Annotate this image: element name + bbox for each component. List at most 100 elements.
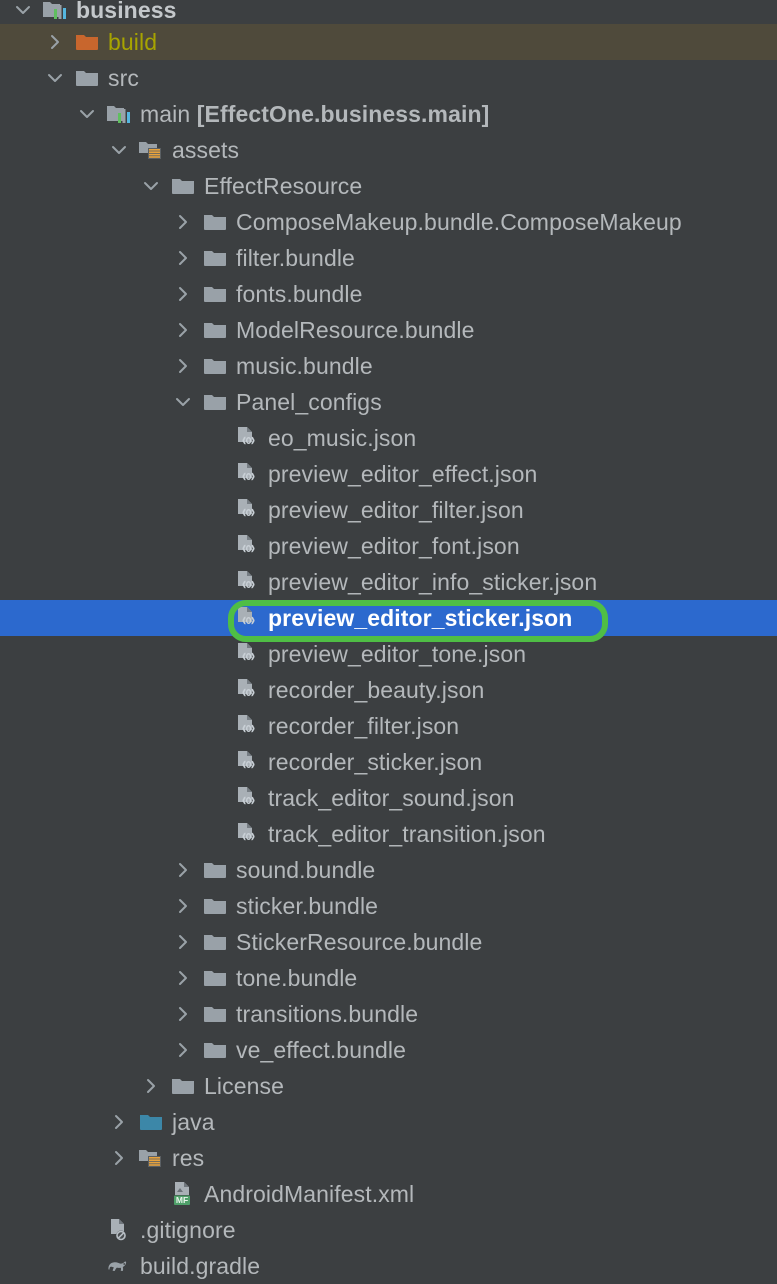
tree-row[interactable]: sound.bundle: [0, 852, 777, 888]
chevron-down-icon[interactable]: [44, 67, 66, 89]
tree-row[interactable]: recorder_beauty.json: [0, 672, 777, 708]
tree-row[interactable]: res: [0, 1140, 777, 1176]
tree-row[interactable]: eo_music.json: [0, 420, 777, 456]
json-file-icon: [234, 533, 260, 559]
folder-icon: [202, 245, 228, 271]
chevron-down-icon[interactable]: [172, 391, 194, 413]
tree-row[interactable]: .gitignore: [0, 1212, 777, 1248]
tree-row[interactable]: filter.bundle: [0, 240, 777, 276]
chevron-down-icon[interactable]: [12, 0, 34, 21]
chevron-down-icon[interactable]: [76, 103, 98, 125]
tree-row-label: track_editor_transition.json: [268, 821, 546, 847]
chevron-right-icon[interactable]: [108, 1111, 130, 1133]
folder-icon: [202, 209, 228, 235]
chevron-down-icon[interactable]: [140, 175, 162, 197]
tree-row[interactable]: tone.bundle: [0, 960, 777, 996]
chevron-right-icon[interactable]: [108, 1147, 130, 1169]
chevron-right-icon[interactable]: [172, 1039, 194, 1061]
folder-icon: [202, 1037, 228, 1063]
json-file-icon: [234, 749, 260, 775]
chevron-right-icon[interactable]: [172, 895, 194, 917]
folder-orange-icon: [74, 29, 100, 55]
folder-icon: [202, 857, 228, 883]
tree-row[interactable]: recorder_sticker.json: [0, 744, 777, 780]
tree-row[interactable]: MF AndroidManifest.xml: [0, 1176, 777, 1212]
tree-row-label: eo_music.json: [268, 425, 417, 451]
tree-row[interactable]: preview_editor_font.json: [0, 528, 777, 564]
tree-row-label: preview_editor_tone.json: [268, 641, 527, 667]
tree-row-label: build: [108, 29, 158, 55]
folder-resource-icon: [138, 1145, 164, 1171]
json-file-icon: [234, 677, 260, 703]
tree-row[interactable]: preview_editor_info_sticker.json: [0, 564, 777, 600]
tree-row[interactable]: Panel_configs: [0, 384, 777, 420]
tree-row-label: transitions.bundle: [236, 1001, 419, 1027]
tree-row[interactable]: preview_editor_tone.json: [0, 636, 777, 672]
tree-row[interactable]: EffectResource: [0, 168, 777, 204]
folder-icon: [202, 353, 228, 379]
tree-row-label: recorder_filter.json: [268, 713, 460, 739]
folder-icon: [170, 1073, 196, 1099]
tree-row-label: ModelResource.bundle: [236, 317, 475, 343]
folder-icon: [202, 893, 228, 919]
tree-row[interactable]: track_editor_transition.json: [0, 816, 777, 852]
chevron-right-icon[interactable]: [172, 211, 194, 233]
tree-row[interactable]: build.gradle: [0, 1248, 777, 1284]
tree-row[interactable]: preview_editor_effect.json: [0, 456, 777, 492]
chevron-right-icon[interactable]: [172, 319, 194, 341]
folder-icon: [202, 1001, 228, 1027]
module-icon: [42, 0, 68, 23]
tree-row-label: License: [204, 1073, 284, 1099]
tree-row[interactable]: main [EffectOne.business.main]: [0, 96, 777, 132]
tree-row-label: track_editor_sound.json: [268, 785, 515, 811]
chevron-right-icon[interactable]: [172, 355, 194, 377]
tree-row-label: tone.bundle: [236, 965, 358, 991]
tree-row[interactable]: build: [0, 24, 777, 60]
tree-row[interactable]: preview_editor_filter.json: [0, 492, 777, 528]
tree-row-label: filter.bundle: [236, 245, 355, 271]
manifest-file-icon: MF: [170, 1181, 196, 1207]
tree-row[interactable]: ve_effect.bundle: [0, 1032, 777, 1068]
tree-row-label: ComposeMakeup.bundle.ComposeMakeup: [236, 209, 682, 235]
chevron-down-icon[interactable]: [108, 139, 130, 161]
tree-row[interactable]: preview_editor_sticker.json: [0, 600, 777, 636]
tree-row[interactable]: fonts.bundle: [0, 276, 777, 312]
tree-row-label: preview_editor_font.json: [268, 533, 520, 559]
tree-row[interactable]: assets: [0, 132, 777, 168]
chevron-right-icon[interactable]: [172, 283, 194, 305]
tree-row-label: assets: [172, 137, 240, 163]
chevron-right-icon[interactable]: [44, 31, 66, 53]
tree-row[interactable]: License: [0, 1068, 777, 1104]
json-file-icon: [234, 497, 260, 523]
json-file-icon: [234, 461, 260, 487]
tree-row-label: preview_editor_info_sticker.json: [268, 569, 598, 595]
tree-row-label: build.gradle: [140, 1253, 261, 1279]
json-file-icon: [234, 641, 260, 667]
module-icon: [106, 101, 132, 127]
chevron-right-icon[interactable]: [140, 1075, 162, 1097]
tree-row[interactable]: StickerResource.bundle: [0, 924, 777, 960]
tree-row-label: src: [108, 65, 139, 91]
chevron-right-icon[interactable]: [172, 931, 194, 953]
chevron-right-icon[interactable]: [172, 247, 194, 269]
chevron-right-icon[interactable]: [172, 1003, 194, 1025]
tree-row[interactable]: track_editor_sound.json: [0, 780, 777, 816]
tree-row[interactable]: transitions.bundle: [0, 996, 777, 1032]
tree-row[interactable]: ComposeMakeup.bundle.ComposeMakeup: [0, 204, 777, 240]
tree-row[interactable]: ModelResource.bundle: [0, 312, 777, 348]
folder-icon: [202, 929, 228, 955]
tree-row-label: sound.bundle: [236, 857, 376, 883]
chevron-right-icon[interactable]: [172, 859, 194, 881]
json-file-icon: [234, 605, 260, 631]
tree-row[interactable]: sticker.bundle: [0, 888, 777, 924]
project-file-tree[interactable]: business build src main [EffectOne.business…: [0, 0, 777, 1280]
json-file-icon: [234, 821, 260, 847]
tree-row[interactable]: src: [0, 60, 777, 96]
chevron-right-icon[interactable]: [172, 967, 194, 989]
json-file-icon: [234, 425, 260, 451]
tree-row[interactable]: recorder_filter.json: [0, 708, 777, 744]
tree-row[interactable]: music.bundle: [0, 348, 777, 384]
tree-row-label: music.bundle: [236, 353, 373, 379]
tree-row-label: res: [172, 1145, 205, 1171]
tree-row[interactable]: java: [0, 1104, 777, 1140]
